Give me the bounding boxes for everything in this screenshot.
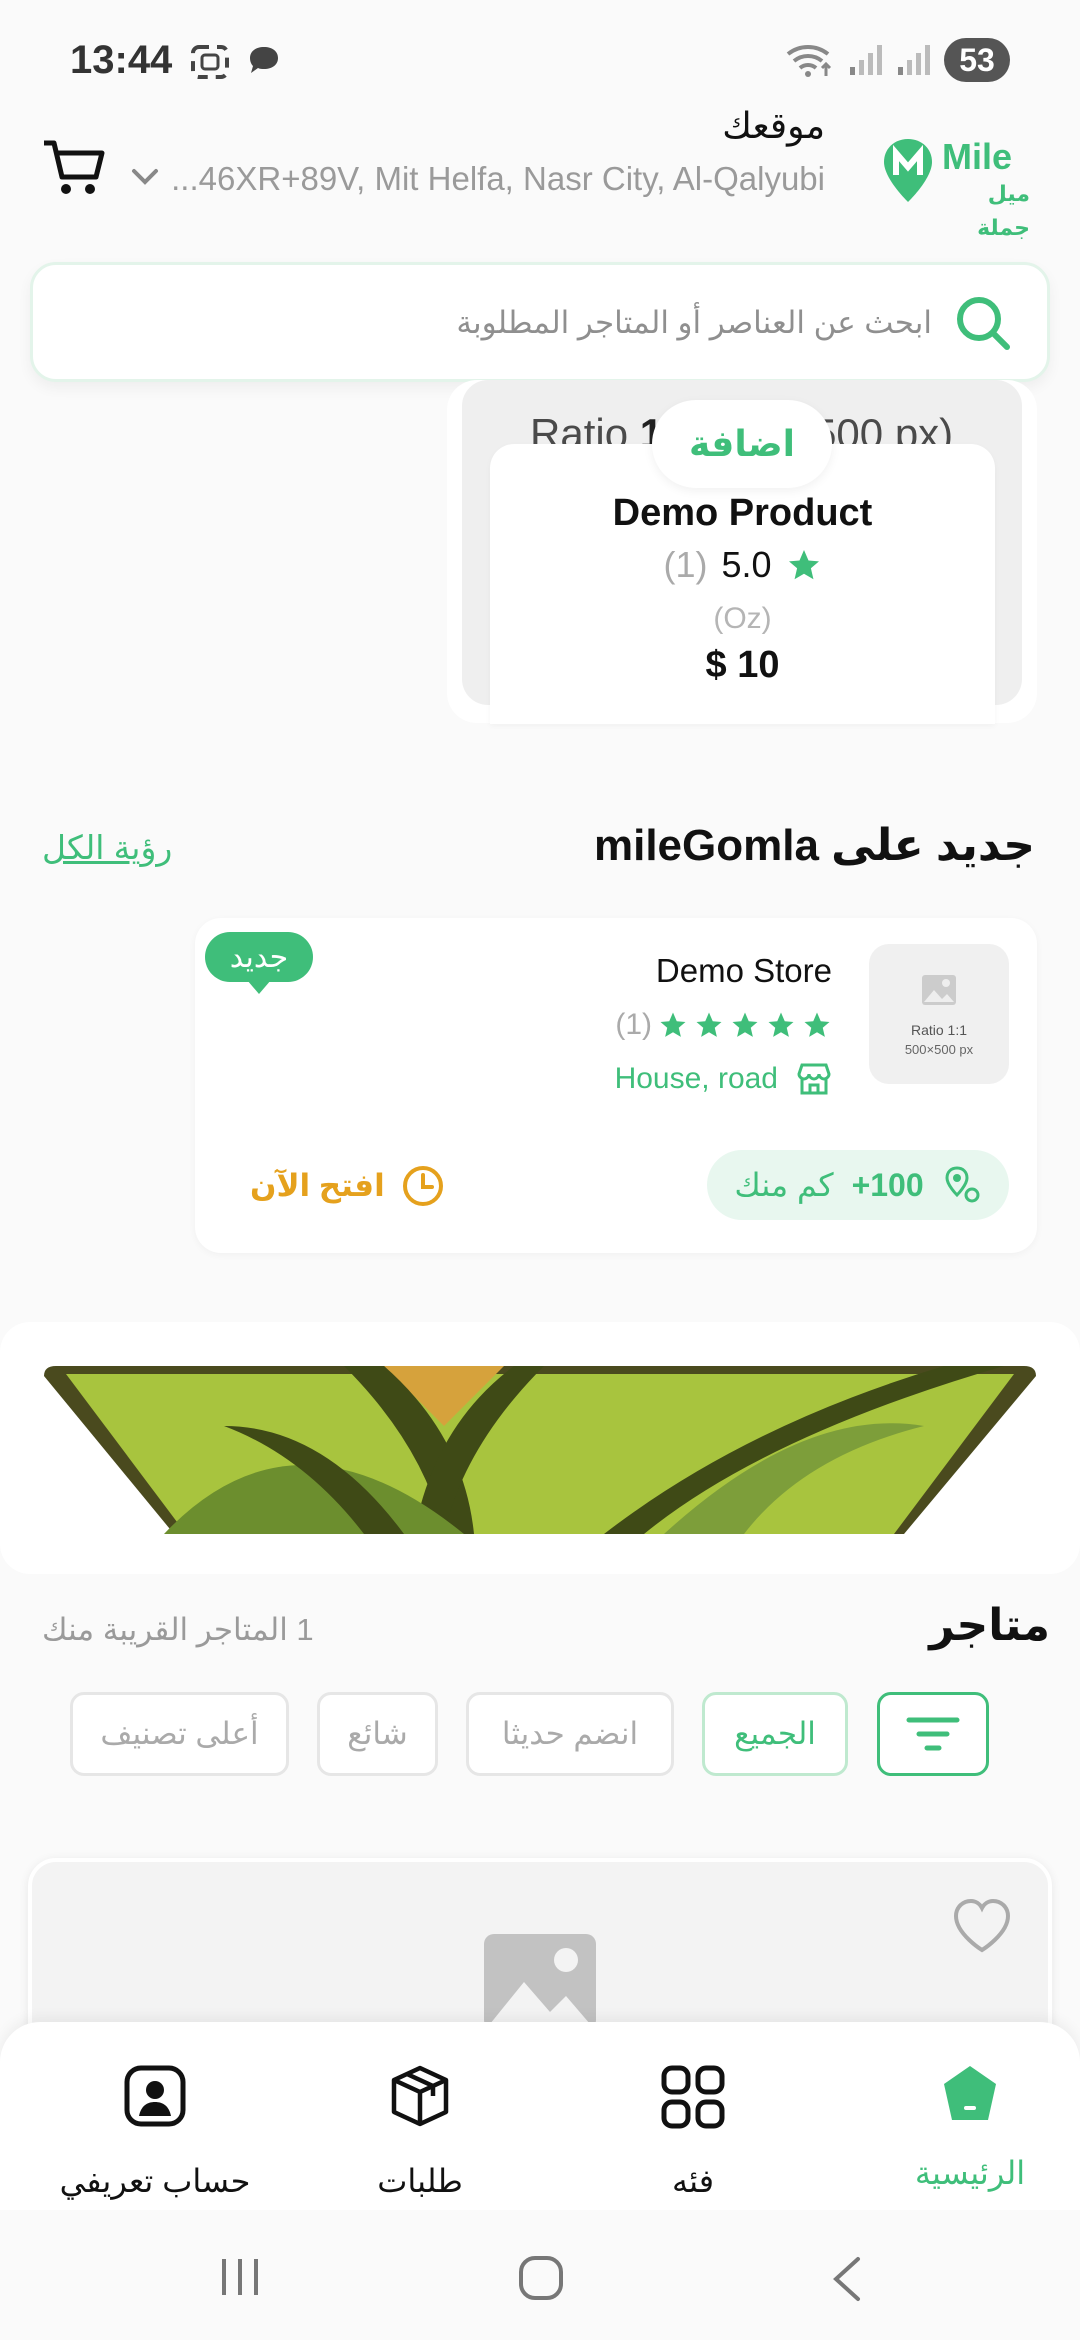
chip-newly-joined[interactable]: انضم حديثا	[466, 1692, 674, 1776]
star-icon	[804, 1012, 830, 1037]
distance-unit: كم منك	[734, 1167, 834, 1203]
back-icon[interactable]	[830, 2255, 864, 2303]
screenshot-icon	[191, 45, 229, 79]
star-icon	[660, 1012, 686, 1037]
chat-icon	[250, 47, 278, 73]
banner-image	[44, 1366, 1036, 1534]
product-unit: (Oz)	[713, 602, 772, 635]
promo-banner[interactable]	[0, 1322, 1080, 1574]
image-placeholder-icon	[922, 975, 956, 1005]
star-icon	[788, 550, 819, 580]
wifi-icon	[786, 44, 832, 77]
search-icon[interactable]	[953, 293, 1013, 353]
status-time: 13:44	[70, 38, 173, 82]
thumb-ratio: Ratio 1:1	[910, 1022, 968, 1038]
nav-home-label: الرئيسية	[914, 2155, 1026, 2191]
svg-text:ميل: ميل	[988, 182, 1030, 207]
battery-indicator: 53	[944, 38, 1010, 82]
new-section-title: جديد على mileGomla	[593, 821, 1035, 870]
star-icon	[696, 1012, 722, 1037]
new-store-card[interactable]: Ratio 1:1 500×500 px Demo Store (1) Hous…	[195, 918, 1037, 1253]
filter-button[interactable]	[877, 1692, 989, 1776]
status-icons-right: 53	[784, 38, 1010, 82]
cart-icon[interactable]	[40, 135, 106, 201]
svg-text:جملة: جملة	[977, 216, 1030, 241]
status-bar: 13:44 53	[0, 0, 1080, 120]
open-status: افتح الآن	[250, 1164, 445, 1208]
chip-all[interactable]: الجميع	[702, 1692, 848, 1776]
status-icons-left	[190, 44, 282, 80]
nav-profile[interactable]: حساب تعريفي	[45, 2042, 265, 2202]
star-icon	[768, 1012, 794, 1037]
rating-count: (1)	[663, 544, 708, 585]
signal-icon	[850, 45, 882, 75]
store-address-text: House, road	[614, 1062, 778, 1095]
store-rating-count: (1)	[615, 1008, 652, 1041]
star-icon	[732, 1012, 758, 1037]
recents-icon[interactable]	[218, 2255, 262, 2299]
stores-count: 1 المتاجر القريبة منك	[42, 1612, 314, 1647]
clock-icon	[402, 1166, 443, 1206]
add-to-cart-button[interactable]: اضافة	[652, 400, 832, 488]
store-name: Demo Store	[655, 952, 832, 989]
nav-orders-label: طلبات	[377, 2163, 463, 2199]
product-price: $ 10	[705, 644, 780, 686]
search-placeholder: ابحث عن العناصر أو المتاجر المطلوبة	[456, 305, 932, 340]
image-placeholder-icon	[484, 1934, 596, 2030]
svg-text:Mile: Mile	[942, 136, 1012, 177]
home-button-icon[interactable]	[518, 2255, 564, 2301]
heart-icon[interactable]	[952, 1898, 1012, 1954]
system-navigation	[0, 2210, 1080, 2340]
nav-home[interactable]: الرئيسية	[860, 2042, 1080, 2202]
filter-icon	[906, 1717, 960, 1751]
location-pin-icon	[945, 1166, 980, 1203]
location-address[interactable]: ...46XR+89V, Mit Helfa, Nasr City, Al-Qa…	[171, 160, 825, 198]
home-icon	[944, 2066, 996, 2120]
new-badge: جديد	[205, 932, 313, 994]
thumb-size: 500×500 px	[904, 1042, 974, 1057]
header: Mile ميل جملة موقعك ...46XR+89V, Mit Hel…	[0, 105, 1080, 255]
store-rating: (1)	[615, 1008, 832, 1042]
bottom-navigation: الرئيسية فئه طلبات حساب تعريفي	[0, 2022, 1080, 2210]
see-all-link[interactable]: رؤية الكل	[42, 828, 172, 867]
nav-profile-label: حساب تعريفي	[59, 2163, 251, 2199]
distance-value: 100+	[851, 1166, 924, 1203]
nav-categories-label: فئه	[671, 2163, 715, 2199]
signal-icon-2	[898, 45, 930, 75]
rating-value: 5.0	[721, 544, 772, 585]
open-status-text: افتح الآن	[250, 1168, 385, 1203]
profile-icon	[124, 2065, 186, 2127]
stores-section-title: متاجر	[929, 1601, 1050, 1650]
store-thumbnail: Ratio 1:1 500×500 px	[869, 944, 1009, 1084]
filter-chips: الجميع انضم حديثا شائع أعلى تصنيف	[0, 1692, 1080, 1778]
app-logo[interactable]: Mile ميل جملة	[880, 127, 1040, 247]
nav-orders[interactable]: طلبات	[310, 2042, 530, 2202]
grid-icon	[661, 2065, 725, 2129]
location-title[interactable]: موقعك	[722, 105, 825, 147]
box-icon	[391, 2065, 449, 2127]
store-icon	[797, 1063, 831, 1095]
search-bar[interactable]: ابحث عن العناصر أو المتاجر المطلوبة	[30, 262, 1050, 382]
nav-categories[interactable]: فئه	[583, 2042, 803, 2202]
store-address: House, road	[615, 1062, 832, 1096]
product-name: Demo Product	[612, 492, 873, 534]
chip-top-rated[interactable]: أعلى تصنيف	[70, 1692, 289, 1776]
product-rating: (1) 5.0	[490, 544, 995, 586]
chip-popular[interactable]: شائع	[317, 1692, 438, 1776]
chevron-down-icon[interactable]	[128, 165, 162, 189]
distance-pill: 100+ كم منك	[707, 1150, 1009, 1220]
